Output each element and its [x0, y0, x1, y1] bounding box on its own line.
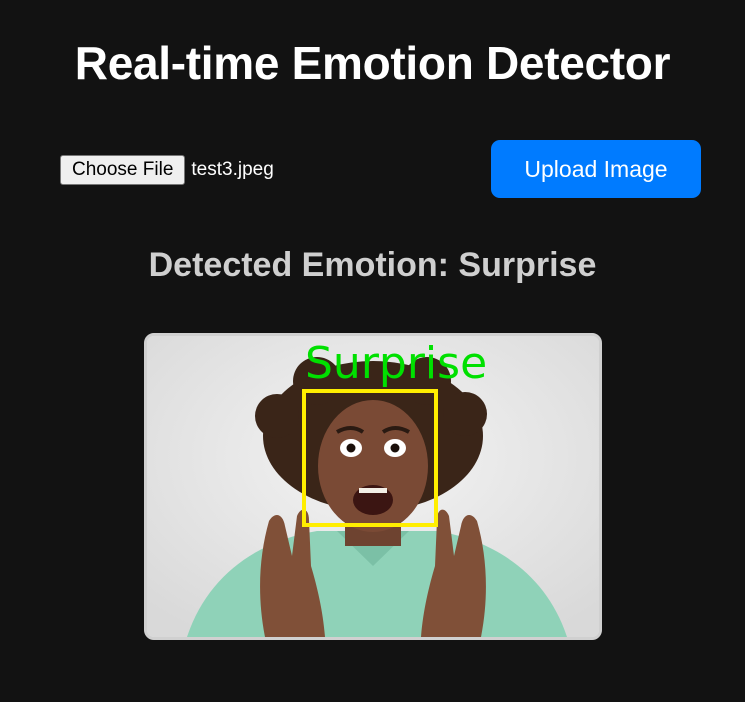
detected-emotion-heading: Detected Emotion: Surprise: [148, 246, 597, 284]
choose-file-button[interactable]: Choose File: [60, 155, 186, 185]
page: Real-time Emotion Detector Choose File t…: [0, 0, 745, 702]
annotated-photo: Surprise: [147, 336, 599, 637]
page-title: Real-time Emotion Detector: [74, 37, 671, 89]
emotion-overlay-label: Surprise: [305, 338, 487, 389]
result-image: Surprise: [144, 333, 602, 640]
selected-file-name: test3.jpeg: [191, 159, 274, 180]
upload-form: Choose File test3.jpeg Upload Image: [60, 140, 701, 198]
upload-image-button[interactable]: Upload Image: [491, 140, 701, 198]
file-input[interactable]: Choose File test3.jpeg: [60, 155, 274, 185]
